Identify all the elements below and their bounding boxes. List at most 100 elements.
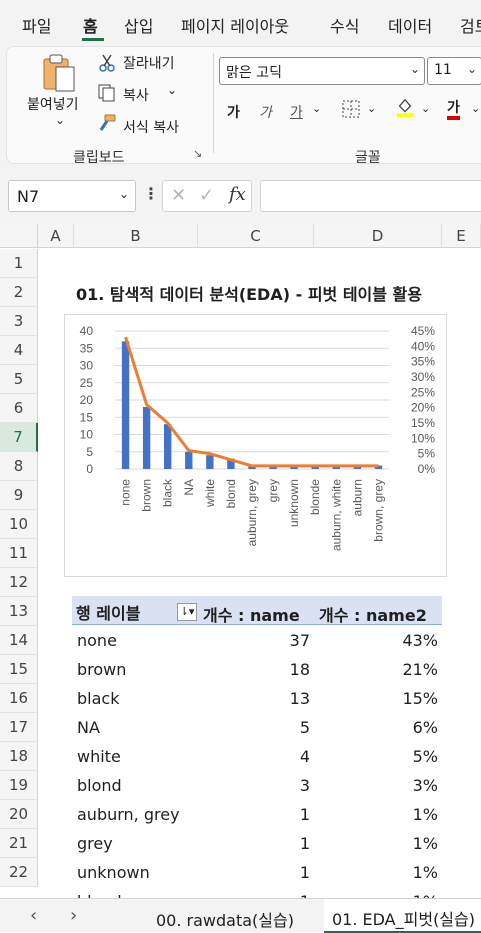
filter-dropdown-icon[interactable]: ⇂▾ (177, 603, 197, 621)
font-name-select[interactable]: 맑은 고딕 ⌄ (219, 57, 425, 85)
pivot-row-count[interactable]: 13 (290, 689, 310, 708)
pivot-row-pct[interactable]: 3% (413, 776, 438, 795)
format-painter-icon[interactable] (97, 113, 117, 133)
worksheet-grid[interactable]: A B C D E 1 2 3 4 5 6 7 8 9 10 11 12 13 14 15 16 17 18 19 2… (0, 224, 481, 898)
menu-home[interactable]: 홈 (83, 13, 98, 37)
column-header-c[interactable]: C (198, 224, 314, 248)
row-header-18[interactable]: 18 (0, 742, 38, 771)
pivot-row-pct[interactable]: 6% (413, 718, 438, 737)
pivot-header-row-labels[interactable]: 행 레이블 (76, 600, 140, 624)
insert-function-button[interactable]: fx (229, 184, 246, 205)
row-header-6[interactable]: 6 (0, 394, 38, 423)
font-color-dropdown-icon[interactable]: ⌄ (471, 102, 480, 115)
underline-dropdown-icon[interactable]: ⌄ (312, 102, 321, 115)
row-header-7[interactable]: 7 (0, 423, 38, 452)
paste-dropdown-icon[interactable]: ⌄ (55, 113, 65, 127)
pivot-row-count[interactable]: 18 (290, 660, 310, 679)
row-header-20[interactable]: 20 (0, 800, 38, 829)
row-header-11[interactable]: 11 (0, 539, 38, 568)
pivot-row-label[interactable]: blond (77, 776, 122, 795)
row-header-12[interactable]: 12 (0, 568, 38, 597)
enter-icon[interactable]: ✓ (199, 185, 214, 206)
row-header-21[interactable]: 21 (0, 829, 38, 858)
column-header-e[interactable]: E (442, 224, 481, 248)
copy-label[interactable]: 복사 (123, 85, 149, 105)
border-dropdown-icon[interactable]: ⌄ (367, 102, 376, 115)
pivot-row-count[interactable]: 1 (300, 805, 310, 824)
column-header-b[interactable]: B (74, 224, 198, 248)
dialog-launcher-icon[interactable]: ↘ (193, 147, 202, 160)
pivot-row-label[interactable]: none (77, 631, 117, 650)
row-header-17[interactable]: 17 (0, 713, 38, 742)
copy-icon[interactable] (97, 83, 117, 103)
prev-sheet-icon[interactable]: ‹ (30, 905, 37, 926)
fill-color-icon[interactable] (395, 97, 415, 117)
menu-data[interactable]: 데이터 (388, 13, 432, 37)
pivot-row-label[interactable]: NA (77, 718, 100, 737)
menu-file[interactable]: 파일 (22, 13, 51, 37)
bold-button[interactable]: 가 (227, 102, 240, 122)
menu-formulas[interactable]: 수식 (330, 13, 359, 37)
pivot-row-pct[interactable]: 1% (413, 805, 438, 824)
pivot-row-label[interactable]: grey (77, 834, 113, 853)
fill-color-dropdown-icon[interactable]: ⌄ (421, 102, 430, 115)
pivot-row-label[interactable]: unknown (77, 863, 150, 882)
pivot-row-pct[interactable]: 5% (413, 747, 438, 766)
row-header-15[interactable]: 15 (0, 655, 38, 684)
row-header-22[interactable]: 22 (0, 858, 38, 887)
cut-label[interactable]: 잘라내기 (123, 53, 175, 73)
cancel-icon[interactable]: ✕ (171, 185, 186, 206)
pivot-row-pct[interactable]: 1% (413, 863, 438, 882)
scissors-icon[interactable] (97, 53, 117, 73)
row-header-16[interactable]: 16 (0, 684, 38, 713)
pivot-row-count[interactable]: 4 (300, 747, 310, 766)
row-header-10[interactable]: 10 (0, 510, 38, 539)
column-header-d[interactable]: D (314, 224, 442, 248)
row-header-2[interactable]: 2 (0, 278, 38, 307)
sheet-tab-eda[interactable]: 01. EDA_피벗(실습) (324, 899, 481, 933)
formula-input[interactable] (260, 180, 481, 212)
underline-button[interactable]: 가 (290, 102, 303, 122)
pivot-row-label[interactable]: auburn, grey (77, 805, 180, 824)
paste-icon[interactable] (41, 53, 77, 93)
sheet-tab-rawdata[interactable]: 00. rawdata(실습) (156, 907, 294, 931)
pivot-row-count[interactable]: 1 (300, 863, 310, 882)
row-header-19[interactable]: 19 (0, 771, 38, 800)
row-header-5[interactable]: 5 (0, 365, 38, 394)
pivot-header-pct[interactable]: 개수 : name2 (319, 602, 427, 626)
row-header-1[interactable]: 1 (0, 249, 38, 278)
next-sheet-icon[interactable]: › (70, 905, 77, 926)
pivot-row-pct[interactable]: 1% (413, 834, 438, 853)
row-header-14[interactable]: 14 (0, 626, 38, 655)
row-header-4[interactable]: 4 (0, 336, 38, 365)
row-header-8[interactable]: 8 (0, 452, 38, 481)
pivot-row-pct[interactable]: 43% (402, 631, 438, 650)
pivot-header-count[interactable]: 개수 : name (203, 602, 300, 626)
menu-page-layout[interactable]: 페이지 레이아웃 (181, 13, 289, 37)
italic-button[interactable]: 가 (259, 102, 272, 122)
pivot-row-label[interactable]: brown (77, 660, 126, 679)
row-header-13[interactable]: 13 (0, 597, 38, 626)
font-size-select[interactable]: 11 ⌄ (427, 57, 481, 85)
more-icon[interactable]: ⋮ (143, 184, 159, 203)
border-icon[interactable] (341, 99, 361, 119)
menu-review[interactable]: 검토 (460, 13, 481, 37)
paste-label[interactable]: 붙여넣기 (27, 94, 79, 114)
font-color-button[interactable]: 가 (447, 100, 460, 120)
pivot-row-label[interactable]: black (77, 689, 119, 708)
pivot-row-pct[interactable]: 15% (402, 689, 438, 708)
pivot-row-count[interactable]: 3 (300, 776, 310, 795)
format-painter-label[interactable]: 서식 복사 (123, 117, 179, 137)
pivot-row-label[interactable]: white (77, 747, 121, 766)
pivot-row-count[interactable]: 1 (300, 834, 310, 853)
menu-insert[interactable]: 삽입 (124, 13, 153, 37)
copy-dropdown-icon[interactable]: ⌄ (167, 83, 177, 97)
name-box[interactable]: N7 ⌄ (8, 180, 136, 212)
row-header-9[interactable]: 9 (0, 481, 38, 510)
select-all-corner[interactable] (0, 224, 38, 248)
pivot-chart[interactable]: 0 5 10 15 20 25 30 35 40 0% 5% 10% 15% 20% 25% 30% 35% 40… (64, 314, 447, 577)
row-header-3[interactable]: 3 (0, 307, 38, 336)
pivot-row-count[interactable]: 37 (290, 631, 310, 650)
pivot-row-count[interactable]: 5 (300, 718, 310, 737)
pivot-row-pct[interactable]: 21% (402, 660, 438, 679)
